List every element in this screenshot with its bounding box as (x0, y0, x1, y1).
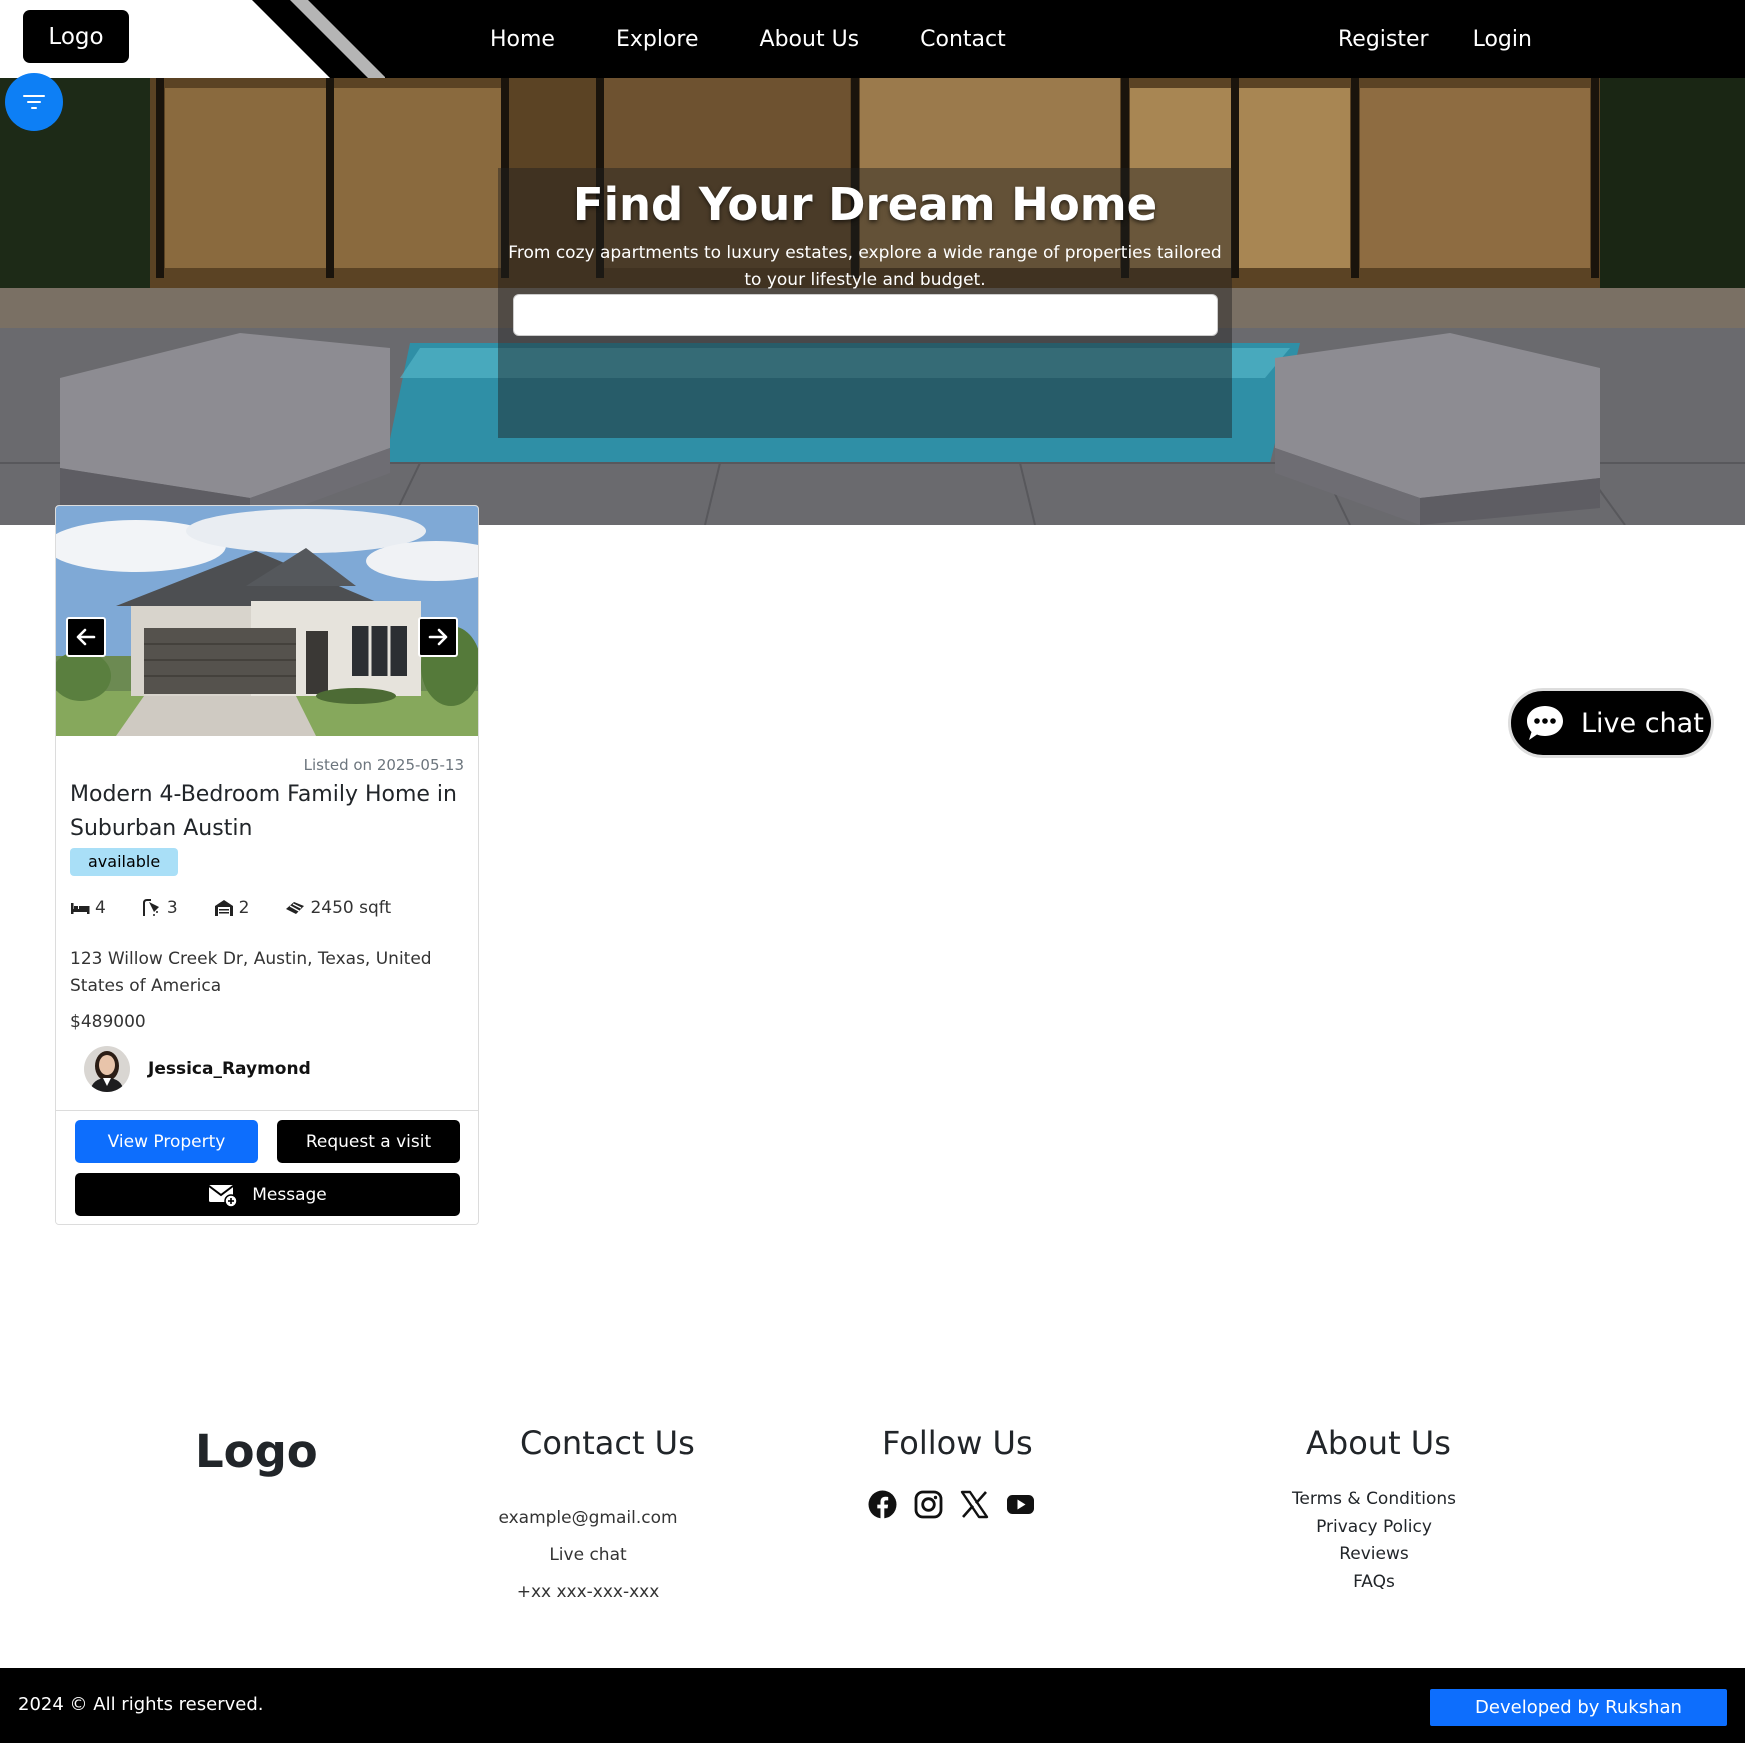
garages-count: 2 (238, 898, 250, 918)
navbar: Logo Home Explore About Us Contact Regis… (0, 0, 1745, 78)
nav-link-contact[interactable]: Contact (920, 22, 1006, 58)
mail-icon (208, 1184, 238, 1207)
copyright: 2024 © All rights reserved. (18, 1694, 264, 1715)
footer-email[interactable]: example@gmail.com (480, 1500, 696, 1537)
carousel-prev-button[interactable] (66, 617, 106, 657)
area-icon (286, 902, 305, 914)
nav-links: Home Explore About Us Contact (490, 22, 1067, 58)
auth-links: Register Login (1338, 22, 1576, 58)
arrow-left-icon (76, 628, 96, 646)
property-card: Listed on 2025-05-13 Modern 4-Bedroom Fa… (55, 505, 479, 1225)
feature-garages: 2 (214, 898, 250, 918)
terms-link[interactable]: Terms & Conditions (1260, 1486, 1488, 1514)
agent-info[interactable]: Jessica_Raymond (84, 1046, 311, 1092)
bedrooms-count: 4 (95, 898, 106, 918)
nav-link-explore[interactable]: Explore (616, 22, 699, 58)
chat-bubble-icon (1527, 706, 1563, 740)
property-features: 4 3 2 2450 sqft (70, 898, 427, 918)
property-title: Modern 4-Bedroom Family Home in Suburban… (70, 782, 457, 841)
social-links (868, 1490, 1052, 1519)
x-icon[interactable] (960, 1490, 989, 1519)
footer-phone[interactable]: +xx xxx-xxx-xxx (480, 1574, 696, 1611)
filter-icon (23, 95, 45, 109)
youtube-icon[interactable] (1006, 1490, 1035, 1519)
instagram-icon[interactable] (914, 1490, 943, 1519)
view-property-button[interactable]: View Property (75, 1120, 258, 1163)
footer-logo[interactable]: Logo (195, 1425, 318, 1478)
hero-banner: Find Your Dream Home From cozy apartment… (0, 78, 1745, 525)
bottom-bar: 2024 © All rights reserved. Developed by… (0, 1668, 1745, 1743)
property-image (56, 506, 478, 736)
feature-bathrooms: 3 (142, 898, 178, 918)
property-price: $489000 (70, 1012, 146, 1032)
bed-icon (71, 903, 90, 914)
developer-credit[interactable]: Developed by Rukshan (1430, 1689, 1727, 1726)
garage-icon (214, 900, 233, 916)
live-chat-label: Live chat (1581, 707, 1704, 739)
nav-logo[interactable]: Logo (23, 10, 129, 63)
bathrooms-count: 3 (166, 898, 178, 918)
footer-contact-title: Contact Us (520, 1424, 695, 1462)
search-input[interactable] (513, 294, 1218, 336)
message-label: Message (252, 1184, 327, 1205)
nav-link-home[interactable]: Home (490, 22, 555, 58)
carousel-next-button[interactable] (418, 617, 458, 657)
message-button[interactable]: Message (75, 1173, 460, 1216)
card-actions: View Property Request a visit Message (56, 1110, 478, 1224)
footer-about-list: Terms & Conditions Privacy Policy Review… (1260, 1486, 1488, 1596)
hero-title: Find Your Dream Home (572, 178, 1158, 231)
reviews-link[interactable]: Reviews (1260, 1541, 1488, 1569)
feature-area: 2450 sqft (285, 898, 391, 918)
footer-contact-list: example@gmail.com Live chat +xx xxx-xxx-… (480, 1500, 696, 1611)
footer-follow-title: Follow Us (882, 1424, 1033, 1462)
filter-button[interactable] (5, 73, 63, 131)
avatar (84, 1046, 130, 1092)
listed-date: Listed on 2025-05-13 (303, 756, 464, 774)
nav-link-about[interactable]: About Us (760, 22, 860, 58)
status-badge: available (70, 848, 179, 876)
facebook-icon[interactable] (868, 1490, 897, 1519)
privacy-link[interactable]: Privacy Policy (1260, 1514, 1488, 1542)
faqs-link[interactable]: FAQs (1260, 1569, 1488, 1597)
area-value: 2450 sqft (310, 898, 392, 918)
register-link[interactable]: Register (1338, 22, 1429, 58)
request-visit-button[interactable]: Request a visit (277, 1120, 460, 1163)
arrow-right-icon (428, 628, 448, 646)
agent-name: Jessica_Raymond (148, 1059, 311, 1079)
feature-bedrooms: 4 (70, 898, 106, 918)
shower-icon (142, 899, 159, 916)
footer-live-chat[interactable]: Live chat (480, 1537, 696, 1574)
property-address: 123 Willow Creek Dr, Austin, Texas, Unit… (70, 949, 432, 996)
live-chat-button[interactable]: Live chat (1508, 688, 1714, 758)
footer-about-title: About Us (1306, 1424, 1451, 1462)
hero-subtitle: From cozy apartments to luxury estates, … (508, 243, 1222, 290)
login-link[interactable]: Login (1473, 22, 1532, 58)
